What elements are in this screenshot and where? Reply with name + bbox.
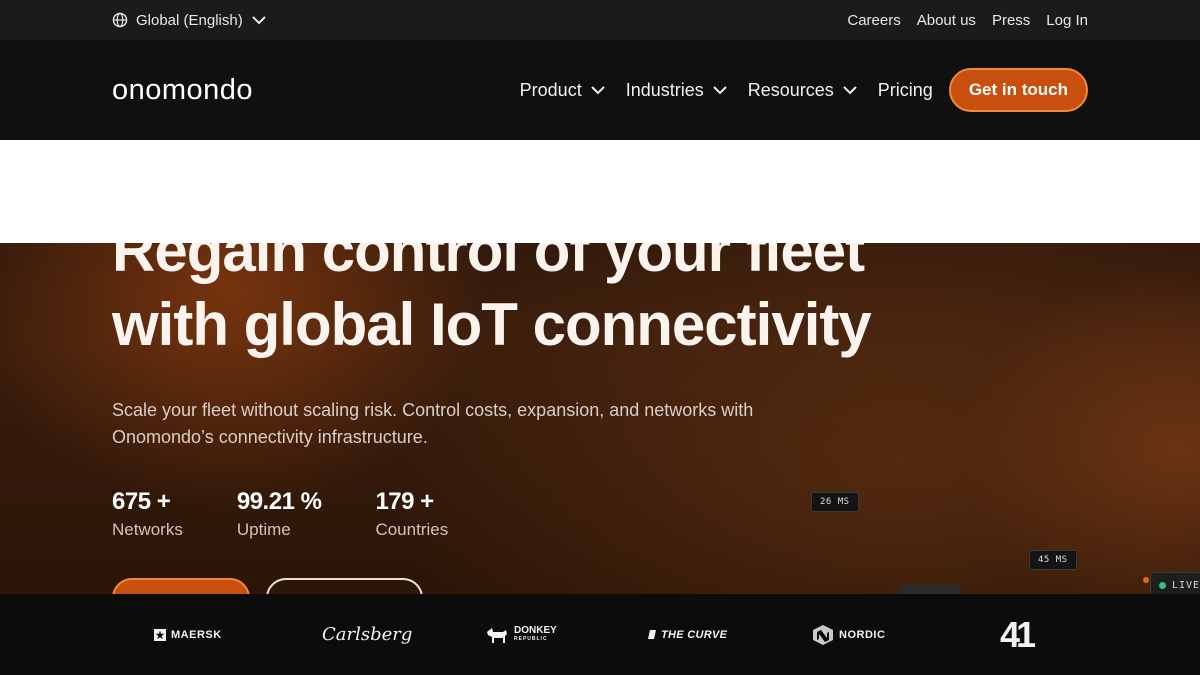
chevron-down-icon xyxy=(713,86,727,95)
star-icon xyxy=(154,628,166,641)
stat-value: 675 + xyxy=(112,488,171,515)
stats-row: 675 + Networks 99.21 % Uptime 179 + Coun… xyxy=(112,488,502,540)
hero-title-line-2: with global IoT connectivity xyxy=(112,291,872,358)
signal-dot xyxy=(1143,577,1149,583)
donkey-republic-logo: DONKEY REPUBLIC xyxy=(485,594,557,675)
hero-subtitle: Scale your fleet without scaling risk. C… xyxy=(112,397,812,451)
nav-item-label: Resources xyxy=(747,79,834,100)
donkey-wordmark-line-1: DONKEY xyxy=(514,624,557,636)
client-logo-strip: MAERSK Carlsberg DONKEY REPUBLIC THE CUR… xyxy=(0,594,1200,675)
chevron-down-icon xyxy=(590,86,605,95)
donkey-icon xyxy=(487,627,507,643)
about-us-link[interactable]: About us xyxy=(917,12,976,29)
nordic-wordmark: NORDIC xyxy=(839,628,886,641)
careers-link[interactable]: Careers xyxy=(847,12,900,29)
white-banner xyxy=(0,140,1200,243)
live-label: LIVE xyxy=(1172,579,1200,591)
nordic-mark-icon xyxy=(813,624,833,645)
latency-tag: 26 MS xyxy=(811,492,859,512)
the-curve-wordmark: THE CURVE xyxy=(661,628,728,641)
chevron-down-icon xyxy=(843,86,857,95)
stat-networks: 675 + Networks xyxy=(112,488,183,540)
nav-item-pricing[interactable]: Pricing xyxy=(878,80,933,101)
41-logo: 41 xyxy=(1000,594,1036,675)
carlsberg-wordmark: Carlsberg xyxy=(322,624,413,645)
maersk-wordmark: MAERSK xyxy=(171,628,222,641)
secondary-cta-button[interactable] xyxy=(266,578,423,595)
donkey-wordmark: DONKEY REPUBLIC xyxy=(514,624,557,643)
stat-value: 179 + xyxy=(375,488,434,515)
41-wordmark: 41 xyxy=(1000,613,1036,655)
live-status-badge: LIVE xyxy=(1150,572,1200,595)
the-curve-logo: THE CURVE xyxy=(648,594,727,675)
nordic-logo: NORDIC xyxy=(812,594,885,675)
press-link[interactable]: Press xyxy=(992,12,1030,29)
stat-label: Countries xyxy=(375,520,449,539)
latency-tag: 45 MS xyxy=(1029,550,1077,570)
stat-countries: 179 + Countries xyxy=(375,488,448,540)
language-selector[interactable]: Global (English) xyxy=(112,10,267,30)
stat-value: 99.21 % xyxy=(236,488,322,515)
get-in-touch-button[interactable]: Get in touch xyxy=(948,68,1088,112)
hero-subtitle-line-2: Onomondo’s connectivity infrastructure. xyxy=(112,427,428,447)
chevron-down-icon xyxy=(252,16,266,25)
onomondo-logo[interactable]: onomondo xyxy=(112,74,253,107)
live-indicator-icon xyxy=(1159,581,1166,589)
curve-mark-icon xyxy=(648,630,656,639)
hero-subtitle-line-1: Scale your fleet without scaling risk. C… xyxy=(112,400,754,420)
nav-menu: Product Industries Resources Pricing Get… xyxy=(520,68,1088,112)
nav-item-resources[interactable]: Resources xyxy=(748,80,858,101)
main-navbar: onomondo Product Industries Resources Pr… xyxy=(0,40,1200,140)
stat-label: Uptime xyxy=(236,520,291,539)
nav-item-industries[interactable]: Industries xyxy=(626,80,728,101)
primary-cta-button[interactable] xyxy=(112,578,250,595)
donkey-wordmark-line-2: REPUBLIC xyxy=(514,635,548,642)
nav-item-label: Industries xyxy=(625,79,704,100)
globe-icon xyxy=(112,12,128,28)
utility-bar: Global (English) Careers About us Press … xyxy=(0,0,1200,40)
nav-item-label: Product xyxy=(519,79,582,100)
carlsberg-logo: Carlsberg xyxy=(322,594,412,675)
language-label: Global (English) xyxy=(136,11,243,29)
stat-label: Networks xyxy=(112,520,183,539)
utility-links: Careers About us Press Log In xyxy=(847,10,1088,30)
maersk-logo: MAERSK xyxy=(154,594,222,675)
log-in-link[interactable]: Log In xyxy=(1046,12,1088,29)
nav-item-product[interactable]: Product xyxy=(520,80,606,101)
stat-uptime: 99.21 % Uptime xyxy=(237,488,322,540)
